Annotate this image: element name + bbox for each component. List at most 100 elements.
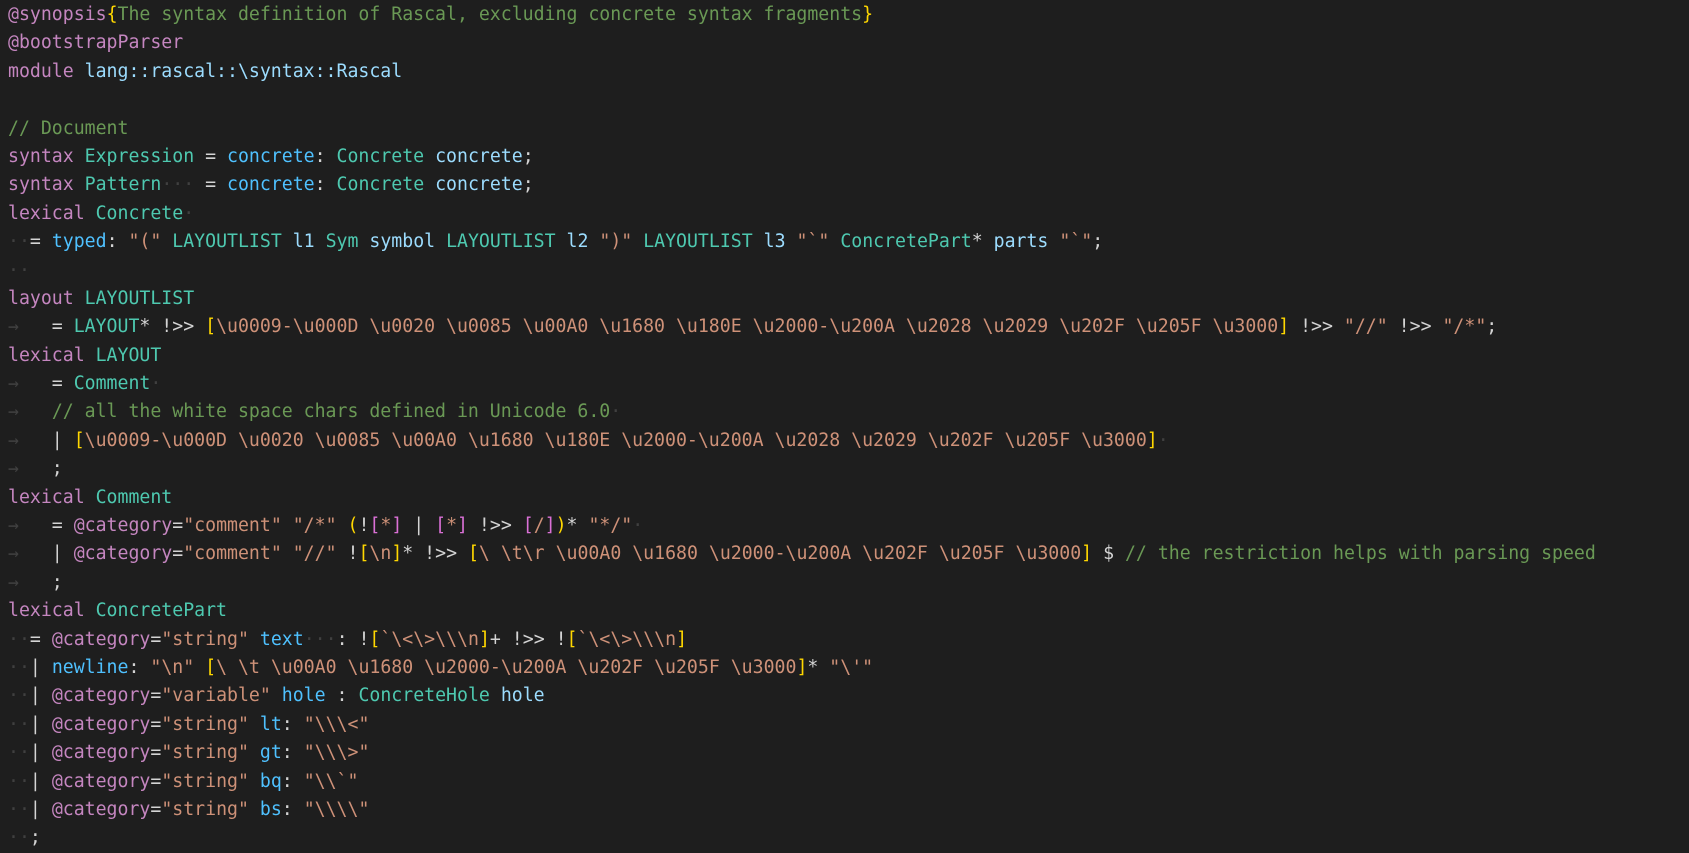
code-token: *: [380, 515, 392, 537]
code-token: [: [566, 628, 578, 650]
code-token: |: [402, 515, 436, 537]
code-token: ··: [8, 656, 30, 678]
code-token: ): [555, 515, 567, 537]
code-token: ··: [8, 770, 30, 792]
code-line[interactable]: ··| @category="string" bq: "\\`": [0, 768, 1689, 796]
code-token: ]: [457, 515, 468, 537]
code-line[interactable]: → | @category="comment" "//" ![\n]* !>> …: [0, 540, 1689, 568]
code-token: bs: [259, 798, 282, 820]
code-line[interactable]: ··: [0, 257, 1689, 285]
code-token: ·: [1157, 429, 1169, 451]
code-token: concrete: [227, 145, 315, 167]
code-token: The syntax definition of Rascal, excludi…: [117, 4, 863, 25]
code-token: \ \t \u00A0 \u1680 \u2000-\u200A \u202F …: [216, 656, 797, 678]
code-token: * !>>: [139, 316, 206, 338]
code-token: [: [435, 515, 447, 537]
code-line[interactable]: ··| @category="variable" hole : Concrete…: [0, 682, 1689, 710]
code-token: "string": [161, 798, 249, 820]
code-token: [: [358, 543, 370, 565]
code-line[interactable]: ··| @category="string" lt: "\\\<": [0, 711, 1689, 739]
code-token: "string": [161, 713, 249, 735]
code-token: ··: [8, 827, 30, 849]
code-token: =: [18, 373, 74, 395]
code-token: ;: [1092, 231, 1104, 253]
code-token: "string": [161, 770, 249, 792]
code-line[interactable]: → = LAYOUT* !>> [\u0009-\u000D \u0020 \u…: [0, 313, 1689, 341]
code-line[interactable]: // Document: [0, 115, 1689, 143]
code-token: Concrete: [95, 202, 184, 224]
code-token: module: [8, 60, 74, 82]
code-line[interactable]: [0, 86, 1689, 114]
code-editor[interactable]: @synopsis{The syntax definition of Rasca…: [0, 0, 1689, 853]
code-token: "`": [1059, 231, 1093, 253]
code-token: Pattern: [84, 174, 162, 196]
code-line[interactable]: ··| @category="string" gt: "\\\>": [0, 739, 1689, 767]
code-token: =: [29, 231, 52, 253]
code-token: →: [8, 429, 19, 451]
code-token: LAYOUTLIST: [172, 231, 282, 253]
code-token: →: [8, 571, 19, 593]
code-line[interactable]: → = Comment·: [0, 370, 1689, 398]
code-line[interactable]: layout LAYOUTLIST: [0, 285, 1689, 313]
code-token: !: [336, 543, 359, 565]
code-token: ;: [522, 145, 534, 167]
code-line[interactable]: ··| newline: "\n" [\ \t \u00A0 \u1680 \u…: [0, 654, 1689, 682]
code-token: LAYOUTLIST: [446, 231, 556, 253]
code-line[interactable]: lexical ConcretePart: [0, 597, 1689, 625]
code-line[interactable]: → = @category="comment" "/*" (![*] | [*]…: [0, 512, 1689, 540]
code-token: Sym: [325, 231, 359, 253]
code-line[interactable]: lexical Comment: [0, 484, 1689, 512]
code-token: ··: [8, 685, 30, 707]
code-line[interactable]: @synopsis{The syntax definition of Rasca…: [0, 1, 1689, 29]
code-token: ")": [599, 231, 633, 253]
code-token: @category: [51, 713, 151, 735]
code-line[interactable]: @bootstrapParser: [0, 29, 1689, 57]
code-token: parts: [993, 231, 1049, 253]
code-line[interactable]: syntax Expression = concrete: Concrete c…: [0, 143, 1689, 171]
code-token: !: [358, 515, 370, 537]
code-token: l3: [763, 231, 786, 253]
code-line[interactable]: lexical Concrete·: [0, 200, 1689, 228]
code-line[interactable]: → | [\u0009-\u000D \u0020 \u0085 \u00A0 …: [0, 427, 1689, 455]
code-line[interactable]: → // all the white space chars defined i…: [0, 398, 1689, 426]
code-token: symbol: [369, 231, 436, 253]
code-line[interactable]: ··= typed: "(" LAYOUTLIST l1 Sym symbol …: [0, 228, 1689, 256]
code-token: /: [533, 515, 545, 537]
code-token: hole: [500, 685, 545, 707]
code-token: ··: [8, 259, 30, 281]
code-token: !>>: [467, 515, 523, 537]
code-token: ]: [796, 656, 808, 678]
code-line[interactable]: module lang::rascal::\syntax::Rascal: [0, 58, 1689, 86]
code-token: ]: [391, 543, 403, 565]
code-line[interactable]: lexical LAYOUT: [0, 342, 1689, 370]
code-token: @bootstrapParser: [8, 32, 184, 54]
code-token: bq: [259, 770, 282, 792]
code-line[interactable]: ··| @category="string" bs: "\\\\": [0, 796, 1689, 824]
code-token: |: [18, 543, 74, 565]
code-token: ··: [8, 628, 30, 650]
code-token: $: [1092, 543, 1125, 565]
code-token: =: [150, 798, 162, 820]
code-line[interactable]: syntax Pattern··· = concrete: Concrete c…: [0, 171, 1689, 199]
code-line[interactable]: ··= @category="string" text···: ![`\<\>\…: [0, 626, 1689, 654]
code-token: ·: [150, 373, 162, 395]
code-line[interactable]: → ;: [0, 455, 1689, 483]
code-line[interactable]: → ;: [0, 569, 1689, 597]
code-line[interactable]: ··;: [0, 824, 1689, 852]
